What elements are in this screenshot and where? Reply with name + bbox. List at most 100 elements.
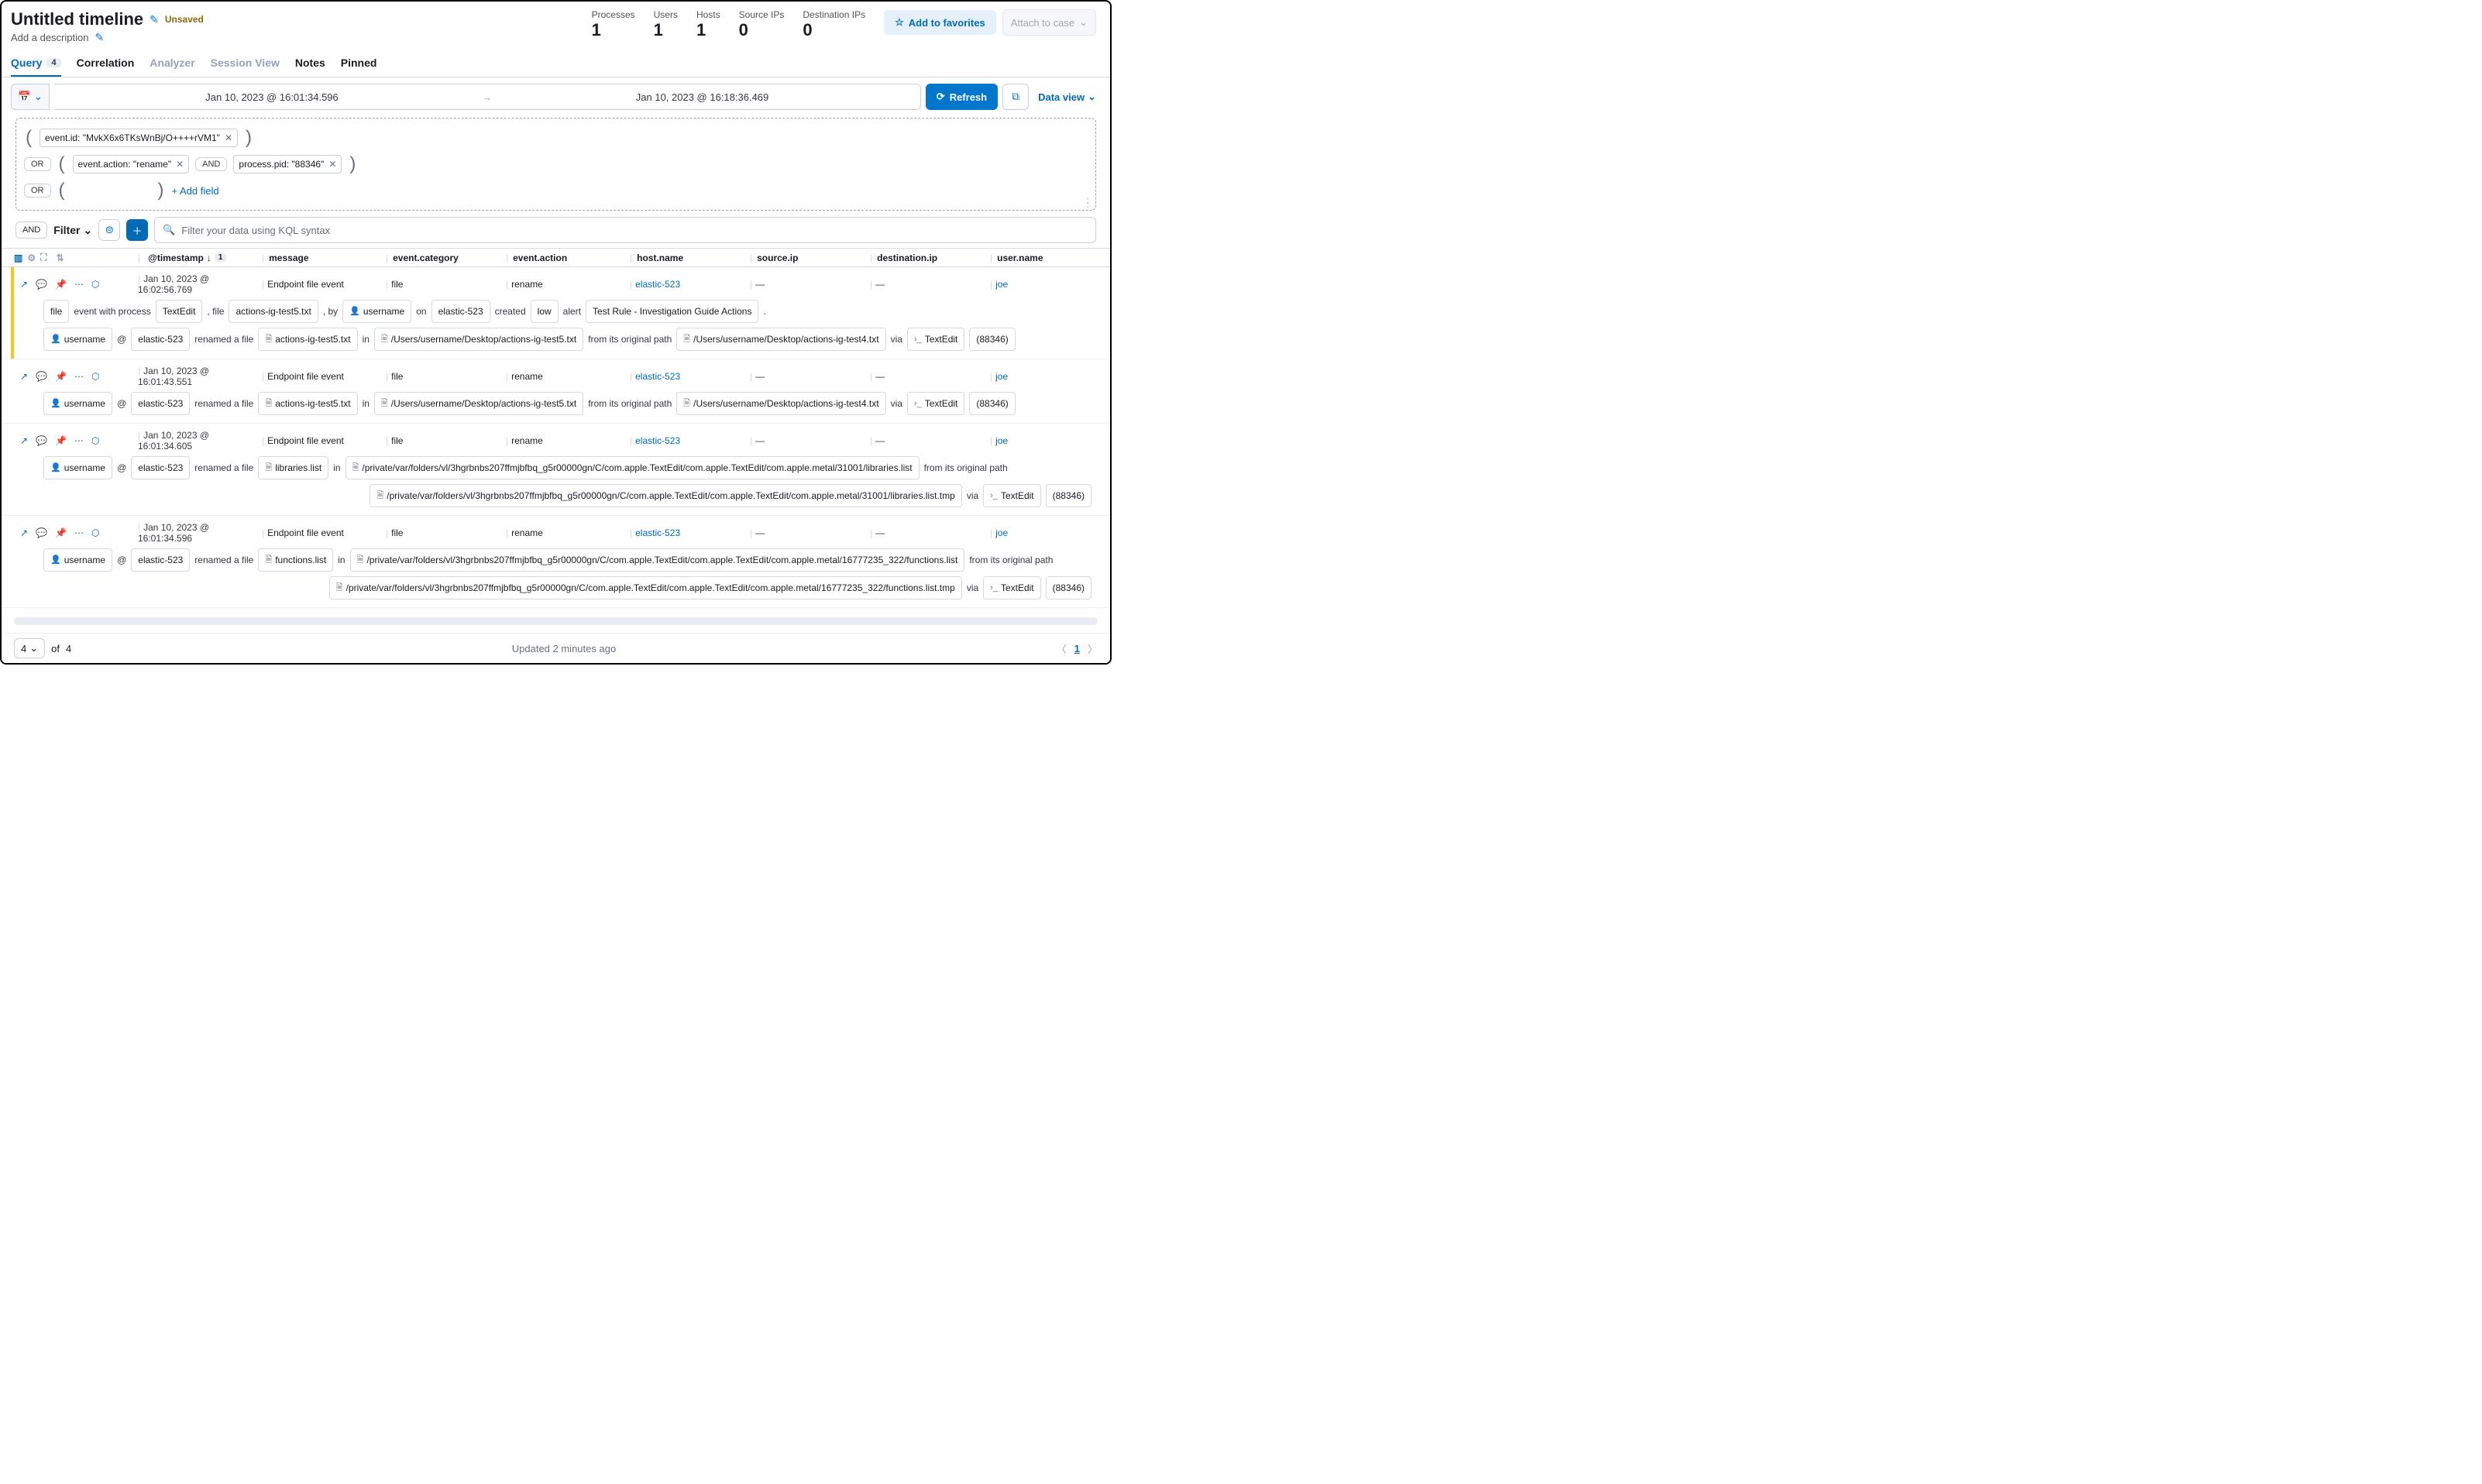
tab-query[interactable]: Query 4 (11, 50, 61, 77)
expand-icon[interactable]: ↗ (20, 527, 28, 538)
add-filter-button[interactable]: ＋ (126, 219, 148, 241)
rows-per-page-selector[interactable]: 4 ⌄ (14, 638, 45, 658)
badge-host[interactable]: elastic-523 (431, 300, 490, 323)
badge-pid[interactable]: (88346) (1046, 576, 1091, 599)
col-action[interactable]: event.action (513, 252, 567, 263)
data-view-selector[interactable]: Data view ⌄ (1033, 91, 1101, 103)
badge-host[interactable]: elastic-523 (131, 392, 190, 415)
badge-rule[interactable]: Test Rule - Investigation Guide Actions (586, 300, 758, 323)
cell-host[interactable]: |elastic-523 (630, 279, 750, 290)
pin-icon[interactable]: 📌 (55, 371, 67, 382)
tab-pinned[interactable]: Pinned (341, 50, 377, 77)
badge-user[interactable]: 👤username (43, 456, 112, 479)
analyzer-icon[interactable]: ⬡ (91, 371, 99, 382)
badge-pid[interactable]: (88346) (1046, 484, 1091, 507)
and-operator[interactable]: AND (195, 157, 227, 171)
badge-target-file[interactable]: 🗎actions-ig-test5.txt (258, 328, 357, 351)
expand-icon[interactable]: ↗ (20, 435, 28, 446)
badge-path[interactable]: 🗎/Users/username/Desktop/actions-ig-test… (374, 392, 583, 415)
badge-target-file[interactable]: actions-ig-test5.txt (229, 300, 318, 323)
cell-host[interactable]: |elastic-523 (630, 527, 750, 538)
badge-user[interactable]: 👤username (43, 328, 112, 351)
badge-host[interactable]: elastic-523 (131, 456, 190, 479)
col-sourceip[interactable]: source.ip (757, 252, 798, 263)
date-picker-button[interactable]: 📅 ⌄ (11, 84, 50, 110)
close-icon[interactable]: ✕ (225, 132, 232, 143)
description-placeholder[interactable]: Add a description (11, 32, 88, 43)
cell-user[interactable]: |joe (990, 435, 1067, 446)
horizontal-scrollbar[interactable] (14, 617, 1098, 625)
col-category[interactable]: event.category (393, 252, 459, 263)
close-icon[interactable]: ✕ (328, 159, 336, 170)
prev-page-button[interactable]: 〈 (1057, 641, 1067, 656)
badge-original-path[interactable]: 🗎/private/var/folders/vl/3hgrbnbs207ffmj… (329, 576, 962, 599)
cell-user[interactable]: |joe (990, 527, 1067, 538)
notes-icon[interactable]: 💬 (36, 435, 47, 446)
badge-original-path[interactable]: 🗎/Users/username/Desktop/actions-ig-test… (676, 392, 885, 415)
filter-pill-event-id[interactable]: event.id: "MvkX6x6TKsWnBj/O++++rVM1" ✕ (40, 129, 238, 147)
filter-settings-button[interactable]: ⊜ (98, 219, 120, 241)
columns-icon[interactable]: ▥ (14, 252, 22, 263)
badge-pid[interactable]: (88346) (969, 328, 1015, 351)
cell-user[interactable]: |joe (990, 371, 1067, 382)
badge-path[interactable]: 🗎/private/var/folders/vl/3hgrbnbs207ffmj… (345, 456, 920, 479)
badge-target-file[interactable]: 🗎functions.list (258, 548, 333, 572)
badge-process[interactable]: TextEdit (156, 300, 203, 323)
badge-file[interactable]: file (43, 300, 69, 323)
add-field-button[interactable]: + Add field (172, 185, 219, 197)
current-page[interactable]: 1 (1074, 643, 1080, 654)
filter-dropdown[interactable]: Filter ⌄ (53, 224, 92, 237)
badge-process[interactable]: ›_TextEdit (907, 392, 964, 415)
edit-title-icon[interactable]: ✎ (150, 13, 159, 26)
kql-input[interactable]: 🔍 Filter your data using KQL syntax (154, 217, 1096, 243)
badge-path[interactable]: 🗎/Users/username/Desktop/actions-ig-test… (374, 328, 583, 351)
more-actions-icon[interactable]: ⋯ (74, 527, 84, 538)
col-host[interactable]: host.name (637, 252, 683, 263)
query-builder[interactable]: ( event.id: "MvkX6x6TKsWnBj/O++++rVM1" ✕… (15, 118, 1096, 211)
or-operator[interactable]: OR (24, 157, 51, 171)
col-message[interactable]: message (269, 252, 308, 263)
or-operator[interactable]: OR (24, 184, 51, 198)
date-start[interactable]: Jan 10, 2023 @ 16:01:34.596 (62, 91, 483, 103)
more-actions-icon[interactable]: ⋯ (74, 435, 84, 446)
add-to-favorites-button[interactable]: ☆ Add to favorites (884, 10, 996, 35)
badge-process[interactable]: ›_TextEdit (983, 484, 1040, 507)
pin-icon[interactable]: 📌 (55, 279, 67, 290)
filter-pill-process-pid[interactable]: process.pid: "88346" ✕ (233, 155, 342, 173)
more-actions-icon[interactable]: ⋯ (74, 279, 84, 290)
notes-icon[interactable]: 💬 (36, 371, 47, 382)
settings-icon[interactable]: ⚙ (27, 252, 36, 263)
pin-icon[interactable]: 📌 (55, 435, 67, 446)
pin-icon[interactable]: 📌 (55, 527, 67, 538)
analyzer-icon[interactable]: ⬡ (91, 435, 99, 446)
filter-pill-event-action[interactable]: event.action: "rename" ✕ (73, 155, 190, 173)
badge-user[interactable]: 👤username (43, 548, 112, 572)
cell-host[interactable]: |elastic-523 (630, 371, 750, 382)
cell-user[interactable]: |joe (990, 279, 1067, 290)
save-query-button[interactable]: ⧉ (1002, 84, 1029, 110)
fullscreen-icon[interactable]: ⛶ (40, 252, 46, 263)
refresh-button[interactable]: ⟳ Refresh (926, 84, 998, 110)
cell-host[interactable]: |elastic-523 (630, 435, 750, 446)
col-destip[interactable]: destination.ip (877, 252, 937, 263)
more-actions-icon[interactable]: ⋯ (74, 371, 84, 382)
sort-icon[interactable]: ⇅ (57, 252, 64, 263)
badge-host[interactable]: elastic-523 (131, 548, 190, 572)
badge-pid[interactable]: (88346) (969, 392, 1015, 415)
badge-process[interactable]: ›_TextEdit (907, 328, 964, 351)
badge-severity[interactable]: low (531, 300, 559, 323)
date-range[interactable]: Jan 10, 2023 @ 16:01:34.596 → Jan 10, 20… (54, 84, 921, 110)
next-page-button[interactable]: 〉 (1088, 641, 1098, 656)
badge-original-path[interactable]: 🗎/Users/username/Desktop/actions-ig-test… (676, 328, 885, 351)
expand-icon[interactable]: ↗ (20, 279, 28, 290)
date-end[interactable]: Jan 10, 2023 @ 16:18:36.469 (492, 91, 913, 103)
tab-notes[interactable]: Notes (295, 50, 325, 77)
tab-correlation[interactable]: Correlation (77, 50, 135, 77)
analyzer-icon[interactable]: ⬡ (91, 527, 99, 538)
col-user[interactable]: user.name (997, 252, 1043, 263)
attach-to-case-button[interactable]: Attach to case ⌄ (1002, 9, 1096, 36)
edit-description-icon[interactable]: ✎ (95, 31, 104, 44)
notes-icon[interactable]: 💬 (36, 527, 47, 538)
analyzer-icon[interactable]: ⬡ (91, 279, 99, 290)
badge-path[interactable]: 🗎/private/var/folders/vl/3hgrbnbs207ffmj… (350, 548, 965, 572)
